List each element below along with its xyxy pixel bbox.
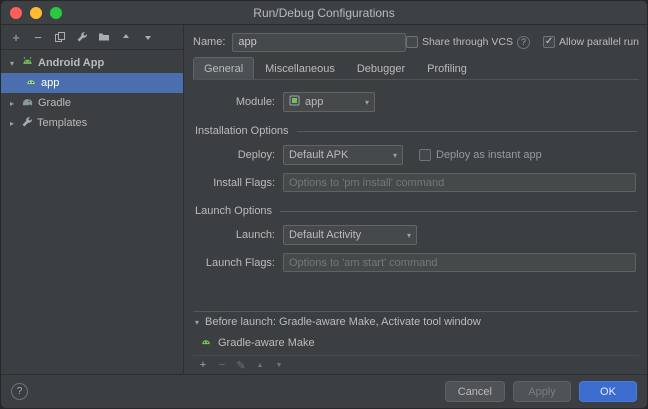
chevron-down-icon: ▾ [393, 151, 397, 160]
add-task-icon[interactable]: + [194, 356, 212, 374]
tab-miscellaneous[interactable]: Miscellaneous [254, 57, 346, 79]
tree-item-label: Templates [37, 117, 87, 129]
new-folder-icon[interactable] [94, 28, 114, 46]
ok-button[interactable]: OK [579, 381, 637, 402]
tab-bar: General Miscellaneous Debugger Profiling [193, 57, 639, 80]
task-label: Gradle-aware Make [218, 337, 315, 349]
remove-task-icon[interactable]: − [213, 356, 231, 374]
name-row: Name: ✓ Share through VCS ? ✓ Allow para… [193, 30, 639, 54]
help-button[interactable]: ? [11, 383, 28, 400]
deploy-label: Deploy: [193, 149, 275, 161]
chevron-down-icon: ▾ [365, 98, 369, 107]
help-icon[interactable]: ? [517, 36, 530, 49]
run-debug-configurations-dialog: Run/Debug Configurations + − [0, 0, 648, 409]
before-launch-panel: ▾ Before launch: Gradle-aware Make, Acti… [193, 311, 639, 374]
tab-debugger[interactable]: Debugger [346, 57, 416, 79]
cancel-button[interactable]: Cancel [445, 381, 505, 402]
remove-configuration-icon[interactable]: − [28, 28, 48, 46]
tree-item-templates[interactable]: ▸ Templates [1, 113, 183, 133]
gradle-make-icon [200, 336, 212, 351]
launch-flags-row: Launch Flags: [193, 253, 639, 272]
chevron-right-icon[interactable]: ▸ [7, 99, 17, 108]
allow-parallel-run-label: Allow parallel run [559, 36, 639, 48]
deploy-value: Default APK [289, 149, 348, 161]
install-flags-row: Install Flags: [193, 173, 639, 192]
launch-flags-label: Launch Flags: [193, 257, 275, 269]
deploy-row: Deploy: Default APK ▾ ✓ Deploy as instan… [193, 145, 639, 165]
titlebar: Run/Debug Configurations [1, 1, 647, 25]
allow-parallel-run-checkbox[interactable]: ✓ [543, 36, 555, 48]
minimize-window-button[interactable] [30, 7, 42, 19]
module-value: app [305, 96, 323, 108]
deploy-dropdown[interactable]: Default APK ▾ [283, 145, 403, 165]
launch-row: Launch: Default Activity ▾ [193, 225, 639, 245]
copy-configuration-icon[interactable] [50, 28, 70, 46]
add-configuration-icon[interactable]: + [6, 28, 26, 46]
gradle-icon [21, 95, 34, 111]
move-up-icon[interactable] [116, 28, 136, 46]
before-launch-title: Before launch: Gradle-aware Make, Activa… [205, 316, 481, 328]
dialog-footer: ? Cancel Apply OK [1, 374, 647, 408]
section-title: Installation Options [195, 125, 289, 137]
zoom-window-button[interactable] [50, 7, 62, 19]
launch-options-section: Launch Options [195, 205, 639, 217]
chevron-down-icon[interactable]: ▾ [195, 318, 199, 327]
close-window-button[interactable] [10, 7, 22, 19]
tab-profiling[interactable]: Profiling [416, 57, 478, 79]
tab-general[interactable]: General [193, 57, 254, 79]
edit-defaults-wrench-icon[interactable] [72, 28, 92, 46]
general-tab-content: Module: app ▾ Installation Options Deplo… [193, 80, 639, 374]
edit-task-icon[interactable]: ✎ [232, 356, 250, 374]
chevron-right-icon[interactable]: ▸ [7, 119, 17, 128]
configurations-sidebar: + − ▾ [1, 25, 184, 374]
apply-button[interactable]: Apply [513, 381, 571, 402]
sidebar-toolbar: + − [1, 25, 183, 50]
android-icon [25, 76, 37, 91]
window-title: Run/Debug Configurations [1, 6, 647, 20]
before-launch-header[interactable]: ▾ Before launch: Gradle-aware Make, Acti… [193, 311, 639, 331]
tree-item-label: app [41, 77, 59, 89]
move-task-down-icon[interactable]: ▼ [270, 356, 288, 374]
module-dropdown[interactable]: app ▾ [283, 92, 375, 112]
before-launch-toolbar: + − ✎ ▲ ▼ [193, 355, 639, 374]
configurations-tree: ▾ Android App app ▸ [1, 50, 183, 133]
wrench-icon [21, 116, 33, 131]
android-icon [21, 55, 34, 71]
tree-item-label: Gradle [38, 97, 71, 109]
move-task-up-icon[interactable]: ▲ [251, 356, 269, 374]
name-label: Name: [193, 36, 225, 48]
installation-options-section: Installation Options [195, 125, 639, 137]
launch-flags-input[interactable] [283, 253, 636, 272]
chevron-down-icon[interactable]: ▾ [7, 59, 17, 68]
tree-item-android-app[interactable]: ▾ Android App [1, 53, 183, 73]
chevron-down-icon: ▾ [407, 231, 411, 240]
install-flags-input[interactable] [283, 173, 636, 192]
module-label: Module: [193, 96, 275, 108]
module-row: Module: app ▾ [193, 92, 639, 112]
launch-dropdown[interactable]: Default Activity ▾ [283, 225, 417, 245]
configuration-editor: Name: ✓ Share through VCS ? ✓ Allow para… [184, 25, 647, 374]
instant-app-checkbox[interactable]: ✓ [419, 149, 431, 161]
tree-item-label: Android App [38, 57, 104, 69]
module-icon [289, 95, 300, 109]
instant-app-label: Deploy as instant app [436, 149, 542, 161]
move-down-icon[interactable] [138, 28, 158, 46]
launch-value: Default Activity [289, 229, 361, 241]
name-input[interactable] [232, 33, 406, 52]
share-vcs-checkbox[interactable]: ✓ [406, 36, 418, 48]
install-flags-label: Install Flags: [193, 177, 275, 189]
share-vcs-label: Share through VCS [422, 36, 513, 48]
launch-label: Launch: [193, 229, 275, 241]
tree-item-gradle[interactable]: ▸ Gradle [1, 93, 183, 113]
before-launch-task[interactable]: Gradle-aware Make [193, 333, 639, 353]
section-title: Launch Options [195, 205, 272, 217]
tree-item-app[interactable]: app [1, 73, 183, 93]
